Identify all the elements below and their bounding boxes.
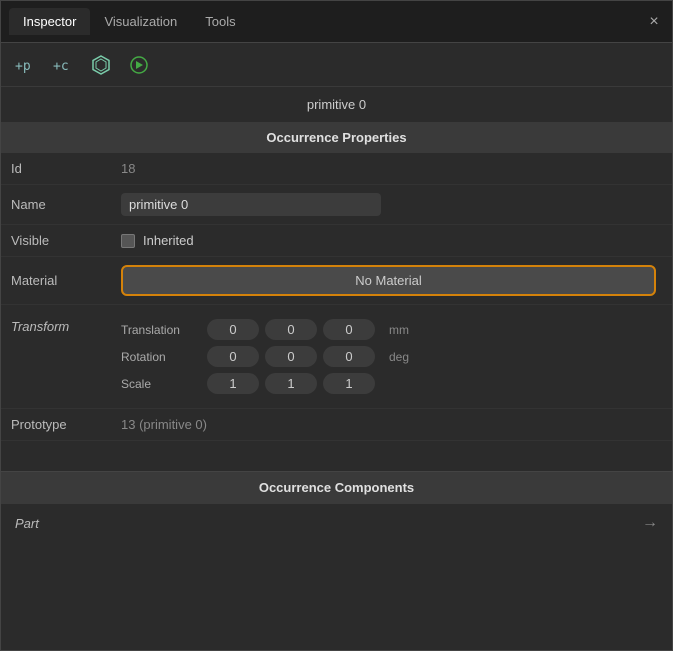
spacer — [1, 441, 672, 471]
tab-inspector[interactable]: Inspector — [9, 8, 90, 35]
add-point-icon[interactable]: +p — [11, 51, 39, 79]
visible-value: Inherited — [143, 233, 194, 248]
svg-text:+c: +c — [53, 59, 69, 74]
scale-z-input[interactable] — [323, 373, 375, 394]
rotation-x-input[interactable] — [207, 346, 259, 367]
content-area: primitive 0 Occurrence Properties Id 18 … — [1, 87, 672, 650]
rotation-z-input[interactable] — [323, 346, 375, 367]
rotation-fields: Rotation deg — [121, 346, 662, 367]
rotation-label: Rotation — [121, 350, 201, 364]
prototype-value: 13 (primitive 0) — [111, 409, 672, 441]
transform-row: Transform Translation mm — [1, 305, 672, 409]
visible-label: Visible — [1, 225, 111, 257]
material-button[interactable]: No Material — [121, 265, 656, 296]
visible-checkbox[interactable] — [121, 234, 135, 248]
material-cell: No Material — [111, 257, 672, 305]
transform-cell: Translation mm Rotation — [111, 305, 672, 409]
rotation-unit: deg — [381, 350, 409, 364]
name-input[interactable] — [121, 193, 381, 216]
rotation-y-input[interactable] — [265, 346, 317, 367]
material-label: Material — [1, 257, 111, 305]
close-button[interactable]: × — [644, 12, 664, 32]
visible-cell: Inherited — [111, 225, 672, 257]
translation-unit: mm — [381, 323, 409, 337]
id-value: 18 — [111, 153, 672, 185]
prototype-row: Prototype 13 (primitive 0) — [1, 409, 672, 441]
title-bar: Inspector Visualization Tools × — [1, 1, 672, 43]
arrow-right-icon: → — [642, 514, 658, 532]
name-row: Name — [1, 185, 672, 225]
prototype-label: Prototype — [1, 409, 111, 441]
material-row: Material No Material — [1, 257, 672, 305]
add-curve-icon[interactable]: +c — [49, 51, 77, 79]
part-label: Part — [15, 516, 39, 531]
translation-y-input[interactable] — [265, 319, 317, 340]
name-cell — [111, 185, 672, 225]
occurrence-components-header: Occurrence Components — [1, 471, 672, 503]
translation-fields: Translation mm — [121, 319, 662, 340]
hex-mesh-icon[interactable] — [87, 51, 115, 79]
svg-text:+p: +p — [15, 59, 31, 74]
name-label: Name — [1, 185, 111, 225]
scale-y-input[interactable] — [265, 373, 317, 394]
translation-x-input[interactable] — [207, 319, 259, 340]
primitive-title: primitive 0 — [1, 87, 672, 122]
transform-label: Transform — [1, 305, 111, 409]
id-label: Id — [1, 153, 111, 185]
id-row: Id 18 — [1, 153, 672, 185]
scale-fields: Scale — [121, 373, 662, 394]
occurrence-properties-header: Occurrence Properties — [1, 122, 672, 153]
part-row[interactable]: Part → — [1, 503, 672, 542]
scale-label: Scale — [121, 377, 201, 391]
navigate-icon[interactable] — [125, 51, 153, 79]
translation-z-input[interactable] — [323, 319, 375, 340]
translation-label: Translation — [121, 323, 201, 337]
properties-table: Id 18 Name Visible Inherited — [1, 153, 672, 441]
tab-visualization[interactable]: Visualization — [90, 8, 191, 35]
toolbar: +p +c — [1, 43, 672, 87]
tab-tools[interactable]: Tools — [191, 8, 249, 35]
inspector-window: Inspector Visualization Tools × +p +c — [0, 0, 673, 651]
scale-x-input[interactable] — [207, 373, 259, 394]
visible-row: Visible Inherited — [1, 225, 672, 257]
